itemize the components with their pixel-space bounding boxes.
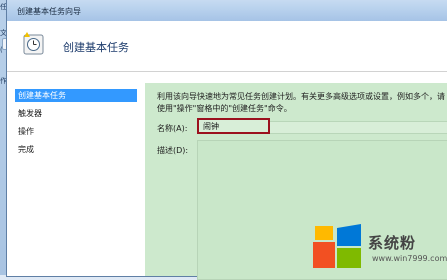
nav-item-trigger[interactable]: 触发器 xyxy=(15,107,137,120)
wizard-description: 利用该向导快速地为常见任务创建计划。有关更多高级选项或设置，例如多个，请使用"操… xyxy=(157,92,445,113)
nav-item-create-basic-task[interactable]: 创建基本任务 xyxy=(15,89,137,102)
windows-logo xyxy=(313,224,361,268)
name-field-extension[interactable] xyxy=(270,121,447,134)
wizard-steps: 创建基本任务 触发器 操作 完成 xyxy=(7,83,139,276)
task-clock-icon xyxy=(23,32,44,55)
wizard-header: 创建基本任务 xyxy=(7,21,447,72)
description-label: 描述(D): xyxy=(157,146,189,155)
nav-item-action[interactable]: 操作 xyxy=(15,125,137,138)
page-title: 创建基本任务 xyxy=(63,41,129,54)
watermark-text: 系统粉 xyxy=(368,234,417,252)
name-label: 名称(A): xyxy=(157,124,188,133)
name-field[interactable] xyxy=(197,118,270,134)
watermark-url: www.win7999.com xyxy=(372,254,447,263)
title-bar: 创建基本任务向导 xyxy=(7,0,447,21)
nav-item-finish[interactable]: 完成 xyxy=(15,143,137,156)
window-title: 创建基本任务向导 xyxy=(17,7,81,16)
